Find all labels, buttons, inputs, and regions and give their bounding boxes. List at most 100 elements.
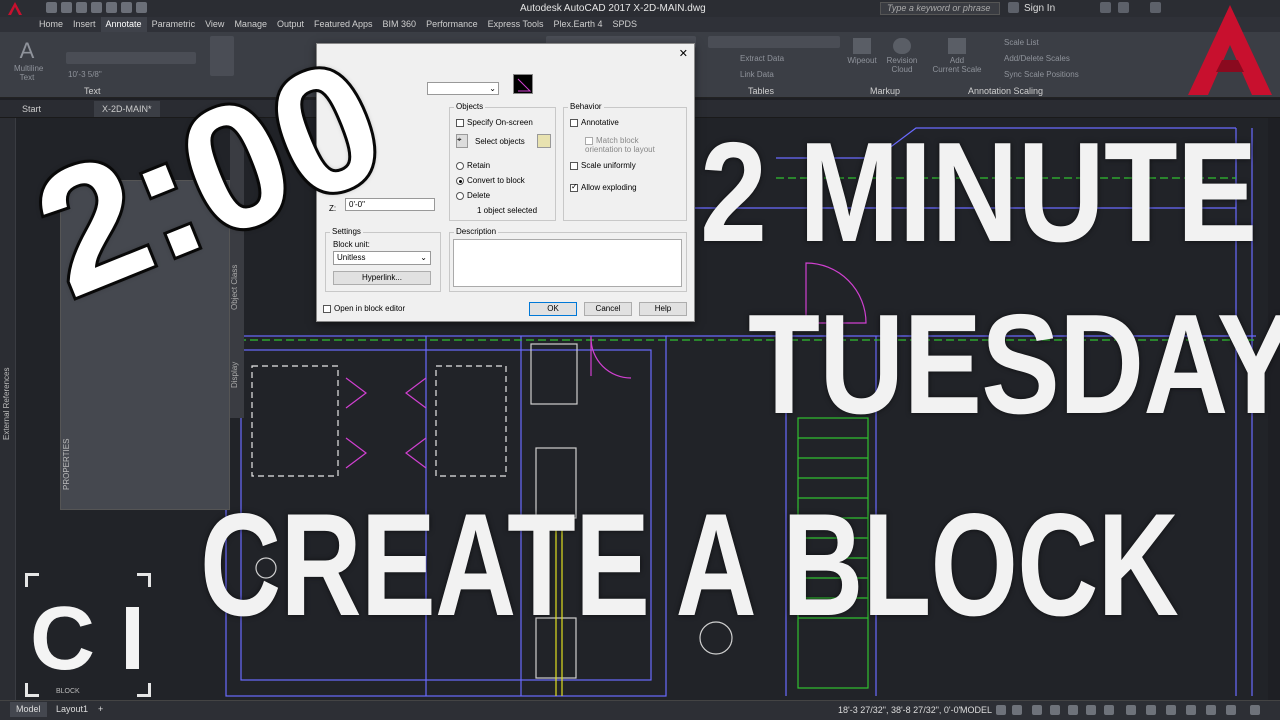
title-line-create-a-block: CREATE A BLOCK — [200, 483, 1179, 646]
quick-access-toolbar — [46, 2, 147, 13]
coordinate-readout[interactable]: 18'-3 27/32", 38'-8 27/32", 0'-0" — [838, 705, 962, 715]
redo-icon[interactable] — [136, 2, 147, 13]
revision-cloud-button[interactable]: Revision Cloud — [882, 36, 922, 84]
snap-icon[interactable] — [1012, 705, 1022, 715]
undo-icon[interactable] — [121, 2, 132, 13]
quick-select-icon[interactable] — [537, 134, 551, 148]
ribbon-tab-spds[interactable]: SPDS — [608, 17, 643, 32]
markup-panel-label[interactable]: Markup — [870, 86, 900, 96]
extract-data-button[interactable]: Extract Data — [740, 54, 784, 63]
exchange-icon[interactable] — [1100, 2, 1111, 13]
block-unit-label: Block unit: — [333, 240, 370, 249]
delete-radio[interactable]: Delete — [456, 191, 490, 200]
sync-scale-positions-button[interactable]: Sync Scale Positions — [1004, 70, 1079, 79]
ribbon-tab-bim-360[interactable]: BIM 360 — [378, 17, 422, 32]
ok-button[interactable]: OK — [529, 302, 577, 316]
ribbon-tab-view[interactable]: View — [200, 17, 229, 32]
ribbon-tab-annotate[interactable]: Annotate — [100, 17, 147, 32]
doc-tab-start[interactable]: Start — [14, 101, 49, 117]
tables-panel-label[interactable]: Tables — [748, 86, 774, 96]
ribbon-tab-parametric[interactable]: Parametric — [147, 17, 201, 32]
description-textarea[interactable] — [453, 239, 682, 287]
save-as-icon[interactable] — [91, 2, 102, 13]
ortho-icon[interactable] — [1032, 705, 1042, 715]
text-panel-label[interactable]: Text — [84, 86, 101, 96]
open-in-block-editor-checkbox[interactable]: Open in block editor — [323, 304, 405, 313]
properties-palette-title[interactable]: PROPERTIES — [62, 439, 71, 490]
select-objects-label[interactable]: Select objects — [475, 137, 525, 146]
grid-icon[interactable] — [996, 705, 1006, 715]
ribbon-tab-manage[interactable]: Manage — [229, 17, 272, 32]
autocad-logo-icon — [1188, 5, 1272, 95]
add-layout-button[interactable]: + — [92, 702, 109, 717]
lineweight-icon[interactable] — [1086, 705, 1096, 715]
annotation-monitor-icon[interactable] — [1146, 705, 1156, 715]
customization-menu-icon[interactable] — [1250, 705, 1260, 715]
ribbon-tab-express-tools[interactable]: Express Tools — [483, 17, 549, 32]
wipeout-button[interactable]: Wipeout — [846, 36, 878, 84]
help-button[interactable]: Help — [639, 302, 687, 316]
help-icon[interactable] — [1150, 2, 1161, 13]
ribbon-tab-performance[interactable]: Performance — [421, 17, 483, 32]
title-bar: Autodesk AutoCAD 2017 X-2D-MAIN.dwg Type… — [0, 0, 1280, 17]
annotation-scale-icon[interactable] — [1104, 705, 1114, 715]
clean-screen-icon[interactable] — [1226, 705, 1236, 715]
a360-icon[interactable] — [1118, 2, 1129, 13]
units-icon[interactable] — [1166, 705, 1176, 715]
multiline-text-label: Multiline Text — [14, 64, 44, 82]
close-icon[interactable]: ✕ — [679, 47, 688, 60]
selected-count-text: 1 object selected — [477, 206, 538, 215]
furniture-outlines — [251, 365, 507, 477]
title-line-tuesday: TUESDAY — [748, 285, 1280, 444]
annotation-scaling-panel-label[interactable]: Annotation Scaling — [968, 86, 1043, 96]
cancel-button[interactable]: Cancel — [584, 302, 632, 316]
title-line-2-minute: 2 MINUTE — [700, 113, 1257, 272]
add-delete-scales-button[interactable]: Add/Delete Scales — [1004, 54, 1070, 63]
app-menu-button[interactable] — [2, 0, 30, 17]
annotative-checkbox[interactable]: Annotative — [570, 118, 619, 127]
block-name-dropdown[interactable]: ⌄ — [427, 82, 499, 95]
model-tab[interactable]: Model — [10, 702, 47, 717]
new-icon[interactable] — [46, 2, 57, 13]
sign-in-link[interactable]: Sign In — [1024, 3, 1055, 14]
polar-icon[interactable] — [1050, 705, 1060, 715]
search-input[interactable]: Type a keyword or phrase — [880, 2, 1000, 15]
match-orientation-checkbox[interactable]: Match block orientation to layout — [585, 136, 675, 154]
checkbox[interactable] — [456, 118, 464, 127]
multiline-text-button[interactable]: A Multiline Text — [14, 38, 43, 82]
link-data-button[interactable]: Link Data — [740, 70, 774, 79]
convert-to-block-radio[interactable]: Convert to block — [456, 176, 525, 185]
model-space-toggle[interactable]: MODEL — [960, 705, 992, 715]
open-icon[interactable] — [61, 2, 72, 13]
description-group-title: Description — [454, 227, 499, 236]
text-height-value[interactable]: 10'-3 5/8" — [68, 70, 102, 79]
plot-icon[interactable] — [106, 2, 117, 13]
save-icon[interactable] — [76, 2, 87, 13]
osnap-icon[interactable] — [1068, 705, 1078, 715]
table-style-dropdown[interactable] — [708, 36, 840, 48]
block-preview-thumbnail — [513, 74, 533, 94]
ribbon-tab-plex-earth-4[interactable]: Plex.Earth 4 — [548, 17, 607, 32]
external-references-label[interactable]: External References — [2, 368, 11, 440]
hyperlink-button[interactable]: Hyperlink... — [333, 271, 431, 285]
ribbon-tab-output[interactable]: Output — [272, 17, 309, 32]
specify-on-screen-checkbox[interactable]: Specify On-screen — [456, 118, 533, 127]
block-unit-dropdown[interactable]: Unitless ⌄ — [333, 251, 431, 265]
autocad-menu-icon — [8, 2, 22, 15]
ribbon-tab-home[interactable]: Home — [34, 17, 68, 32]
add-current-scale-button[interactable]: Add Current Scale — [930, 36, 984, 84]
workspace-gear-icon[interactable] — [1126, 705, 1136, 715]
text-style-dropdown[interactable] — [66, 52, 196, 64]
layout1-tab[interactable]: Layout1 — [50, 702, 94, 717]
wipeout-icon — [853, 38, 871, 54]
retain-radio[interactable]: Retain — [456, 161, 490, 170]
display-tab[interactable]: Display — [230, 362, 239, 388]
hardware-acceleration-icon[interactable] — [1206, 705, 1216, 715]
revision-cloud-icon — [893, 38, 911, 54]
scale-uniformly-checkbox[interactable]: Scale uniformly — [570, 161, 636, 170]
select-objects-button[interactable]: ⌖ — [456, 134, 468, 148]
scale-list-button[interactable]: Scale List — [1004, 38, 1039, 47]
allow-exploding-checkbox[interactable]: Allow exploding — [570, 182, 637, 192]
ribbon-tab-insert[interactable]: Insert — [68, 17, 101, 32]
isolate-objects-icon[interactable] — [1186, 705, 1196, 715]
